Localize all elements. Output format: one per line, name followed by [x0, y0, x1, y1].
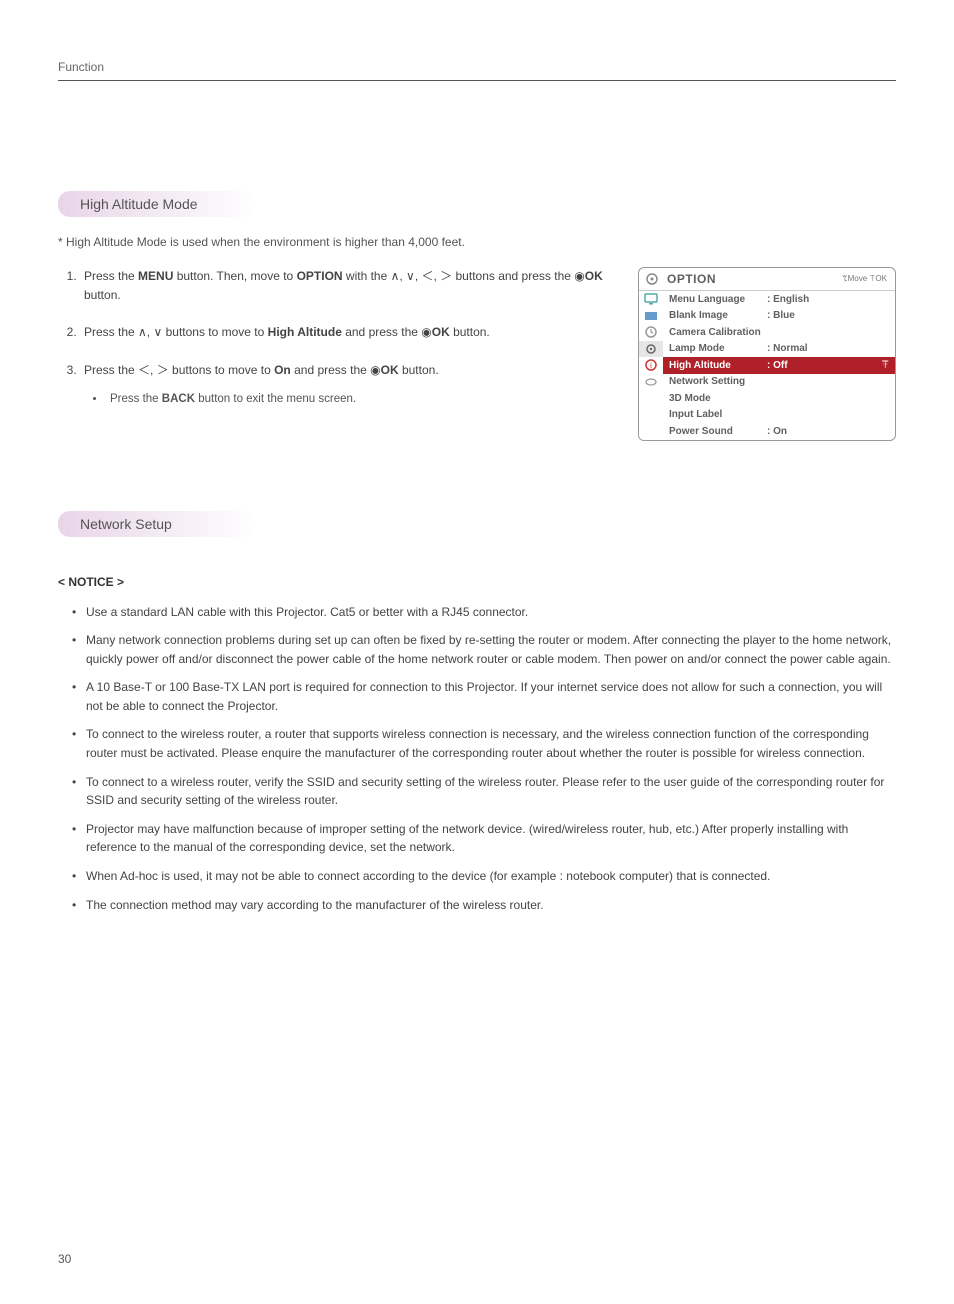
- step-bold: OPTION: [297, 269, 343, 283]
- osd-panel: OPTION ꔂMove ꔉOK i Menu Language: Englis…: [638, 267, 896, 441]
- clock-icon: [639, 324, 663, 341]
- step-text: button to exit the menu screen.: [195, 393, 356, 405]
- notice-item: When Ad-hoc is used, it may not be able …: [72, 867, 896, 886]
- gear-icon: [643, 272, 661, 286]
- osd-row[interactable]: 3D Mode: [663, 390, 895, 407]
- osd-row[interactable]: Blank Image: Blue: [663, 308, 895, 325]
- step-text: button.: [450, 325, 490, 339]
- network-icon: [639, 374, 663, 391]
- screen-icon: [639, 308, 663, 325]
- step-text: and press the ◉: [342, 325, 432, 339]
- step-2: Press the ∧, ∨ buttons to move to High A…: [80, 323, 610, 342]
- osd-row-value: : On: [767, 426, 787, 437]
- page-number: 30: [58, 1252, 71, 1266]
- header-label: Function: [58, 60, 896, 74]
- selected-indicator-icon: ꔉ: [882, 360, 890, 371]
- osd-row-label: Power Sound: [669, 426, 767, 437]
- osd-row[interactable]: Network Setting: [663, 374, 895, 391]
- gear-icon: [639, 341, 663, 358]
- step-text: and press the ◉: [291, 363, 381, 377]
- step-bold: BACK: [162, 393, 195, 405]
- osd-row[interactable]: High Altitude: Off ꔉ: [663, 357, 895, 374]
- notice-item: Use a standard LAN cable with this Proje…: [72, 603, 896, 622]
- osd-row[interactable]: Input Label: [663, 407, 895, 424]
- notice-list: Use a standard LAN cable with this Proje…: [58, 603, 896, 915]
- osd-row-value: : Normal: [767, 343, 808, 354]
- step-3: Press the ＜, ＞ buttons to move to On and…: [80, 361, 610, 409]
- step-text: button.: [84, 288, 121, 302]
- osd-title: OPTION: [667, 272, 716, 286]
- step-text: Press the ∧, ∨ buttons to move to: [84, 325, 268, 339]
- osd-nav-hints: ꔂMove ꔉOK: [842, 274, 887, 284]
- instruction-list: Press the MENU button. Then, move to OPT…: [58, 267, 610, 441]
- step-bold: OK: [432, 325, 450, 339]
- osd-row-value: : Blue: [767, 310, 795, 321]
- osd-row[interactable]: Menu Language: English: [663, 291, 895, 308]
- step-text: Press the ＜, ＞ buttons to move to: [84, 363, 274, 377]
- notice-item: The connection method may vary according…: [72, 896, 896, 915]
- step-text: button. Then, move to: [173, 269, 296, 283]
- svg-text:i: i: [650, 361, 652, 370]
- step-text: Press the: [110, 393, 162, 405]
- step-bold: MENU: [138, 269, 173, 283]
- osd-row-value: : English: [767, 294, 809, 305]
- high-altitude-note: * High Altitude Mode is used when the en…: [58, 235, 896, 249]
- osd-row-label: 3D Mode: [669, 393, 767, 404]
- osd-rows: Menu Language: EnglishBlank Image: BlueC…: [663, 291, 895, 440]
- section-title-network-setup: Network Setup: [58, 511, 258, 537]
- osd-row-label: Blank Image: [669, 310, 767, 321]
- step-text: with the ∧, ∨, ＜, ＞ buttons and press th…: [343, 269, 585, 283]
- info-icon: i: [639, 357, 663, 374]
- notice-item: A 10 Base-T or 100 Base-TX LAN port is r…: [72, 678, 896, 715]
- osd-row-label: Lamp Mode: [669, 343, 767, 354]
- step-sub-bullet: Press the BACK button to exit the menu s…: [106, 390, 610, 408]
- step-bold: OK: [585, 269, 603, 283]
- osd-row-label: High Altitude: [669, 360, 767, 371]
- notice-item: Many network connection problems during …: [72, 631, 896, 668]
- step-bold: High Altitude: [268, 325, 342, 339]
- osd-row[interactable]: Power Sound: On: [663, 423, 895, 440]
- osd-row-label: Menu Language: [669, 294, 767, 305]
- osd-row[interactable]: Lamp Mode: Normal: [663, 341, 895, 358]
- monitor-icon: [639, 291, 663, 308]
- notice-item: To connect to a wireless router, verify …: [72, 773, 896, 810]
- step-text: button.: [399, 363, 439, 377]
- osd-tab-icons: i: [639, 291, 663, 440]
- notice-heading: < NOTICE >: [58, 575, 896, 589]
- notice-item: To connect to the wireless router, a rou…: [72, 725, 896, 762]
- notice-item: Projector may have malfunction because o…: [72, 820, 896, 857]
- header-rule: [58, 80, 896, 81]
- section-title-high-altitude: High Altitude Mode: [58, 191, 258, 217]
- osd-row-label: Camera Calibration: [669, 327, 767, 338]
- step-text: Press the: [84, 269, 138, 283]
- osd-row-value: : Off: [767, 360, 788, 371]
- osd-header: OPTION ꔂMove ꔉOK: [639, 268, 895, 291]
- step-bold: On: [274, 363, 291, 377]
- osd-row-label: Network Setting: [669, 376, 767, 387]
- step-1: Press the MENU button. Then, move to OPT…: [80, 267, 610, 305]
- osd-row-label: Input Label: [669, 409, 767, 420]
- step-bold: OK: [381, 363, 399, 377]
- osd-row[interactable]: Camera Calibration: [663, 324, 895, 341]
